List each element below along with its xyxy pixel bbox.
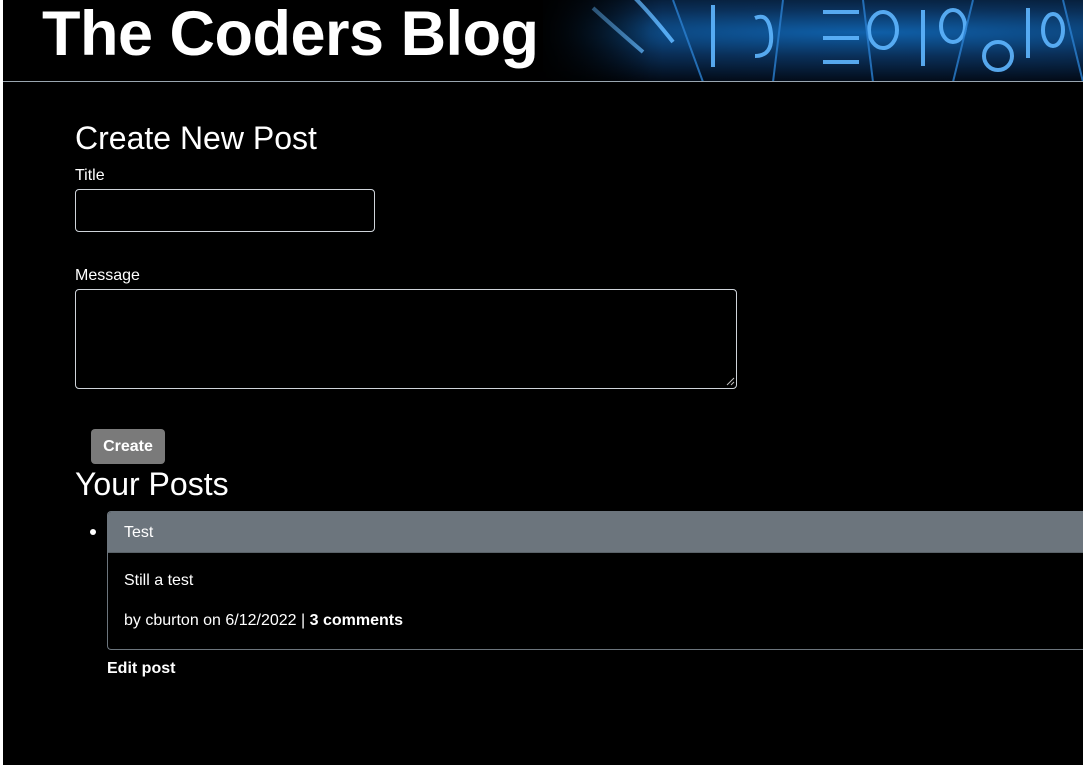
page: The Coders Blog Create New Post Title Me… xyxy=(3,0,1083,765)
title-input[interactable] xyxy=(75,189,375,232)
your-posts-heading: Your Posts xyxy=(75,466,229,502)
site-title[interactable]: The Coders Blog xyxy=(40,0,543,72)
binary-code-banner-image xyxy=(523,0,1083,81)
message-textarea[interactable] xyxy=(75,289,737,389)
create-button[interactable]: Create xyxy=(91,429,165,464)
create-post-heading: Create New Post xyxy=(75,120,317,156)
post-meta: by cburton on 6/12/2022 | 3 comments xyxy=(124,611,403,631)
list-bullet xyxy=(90,529,96,535)
post-card-header: Test xyxy=(108,512,1083,553)
message-label: Message xyxy=(75,267,140,284)
site-header: The Coders Blog xyxy=(3,0,1083,82)
comments-link[interactable]: 3 comments xyxy=(310,612,403,629)
edit-post-link[interactable]: Edit post xyxy=(107,659,175,679)
title-label: Title xyxy=(75,167,105,184)
resize-grip-icon[interactable] xyxy=(726,377,735,386)
post-body: Still a test xyxy=(124,572,194,589)
post-title[interactable]: Test xyxy=(124,512,153,553)
post-card: Test Still a test by cburton on 6/12/202… xyxy=(107,511,1083,650)
post-author-date: by cburton on 6/12/2022 | xyxy=(124,612,310,629)
